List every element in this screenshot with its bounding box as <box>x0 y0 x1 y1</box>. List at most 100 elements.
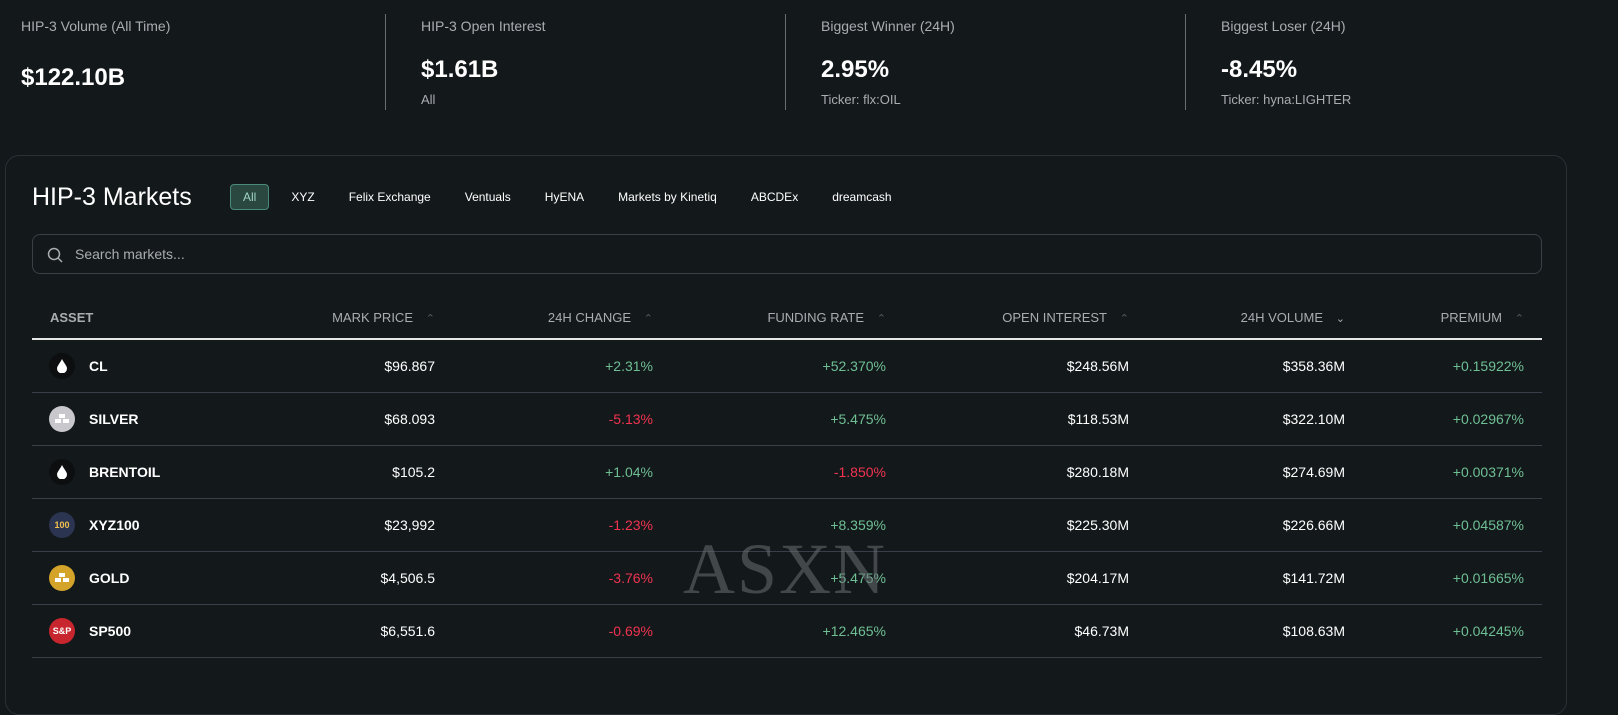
funding-rate: +12.465% <box>822 623 886 639</box>
col-24h-volume[interactable]: 24H VOLUME ⌄ <box>1129 310 1345 325</box>
stat-biggest-loser: Biggest Loser (24H) -8.45% Ticker: hyna:… <box>1221 0 1601 120</box>
funding-rate: -1.850% <box>833 464 886 480</box>
open-interest: $204.17M <box>1066 570 1129 586</box>
markets-table: ASSET MARK PRICE ⌃ 24H CHANGE ⌃ FUNDING RA… <box>32 296 1542 658</box>
stat-sub: Ticker: hyna:LIGHTER <box>1221 92 1352 107</box>
mark-price: $96.867 <box>384 358 435 374</box>
search-icon <box>47 247 63 268</box>
stat-volume: HIP-3 Volume (All Time) $122.10B <box>21 0 401 120</box>
24h-volume: $322.10M <box>1282 411 1345 427</box>
table-header: ASSET MARK PRICE ⌃ 24H CHANGE ⌃ FUNDING RA… <box>32 296 1542 340</box>
table-row[interactable]: CL $96.867 +2.31% +52.370% $248.56M $358… <box>32 340 1542 393</box>
table-row[interactable]: GOLD $4,506.5 -3.76% +5.475% $204.17M $1… <box>32 552 1542 605</box>
premium: +0.00371% <box>1452 464 1524 480</box>
asset-cell: GOLD <box>32 565 232 591</box>
xyz100-icon: 100 <box>49 512 75 538</box>
search-input[interactable] <box>75 235 1475 273</box>
24h-change: +1.04% <box>605 464 653 480</box>
sort-up-icon: ⌃ <box>876 312 886 325</box>
24h-change: -5.13% <box>608 411 653 427</box>
stat-value: -8.45% <box>1221 56 1298 83</box>
stat-label: HIP-3 Open Interest <box>421 18 546 34</box>
col-label: MARK PRICE <box>332 309 413 325</box>
24h-change: -3.76% <box>608 570 653 586</box>
oil-drop-icon <box>49 459 75 485</box>
funding-rate: +5.475% <box>830 411 886 427</box>
asset-name: SILVER <box>89 411 139 427</box>
asset-name: CL <box>89 358 108 374</box>
table-row[interactable]: SILVER $68.093 -5.13% +5.475% $118.53M $… <box>32 393 1542 446</box>
tab-all[interactable]: All <box>230 184 270 210</box>
24h-change: -0.69% <box>608 623 653 639</box>
asset-name: BRENTOIL <box>89 464 161 480</box>
table-row[interactable]: 100 XYZ100 $23,992 -1.23% +8.359% $225.30… <box>32 499 1542 552</box>
stat-biggest-winner: Biggest Winner (24H) 2.95% Ticker: flx:O… <box>821 0 1201 120</box>
tab-markets-by-kinetiq[interactable]: Markets by Kinetiq <box>618 184 717 210</box>
sort-down-icon: ⌄ <box>1335 312 1345 325</box>
mark-price: $68.093 <box>384 411 435 427</box>
sort-up-icon: ⌃ <box>1119 312 1129 325</box>
premium: +0.02967% <box>1452 411 1524 427</box>
premium: +0.04587% <box>1452 517 1524 533</box>
open-interest: $225.30M <box>1066 517 1129 533</box>
stat-value: 2.95% <box>821 56 890 83</box>
table-row[interactable]: BRENTOIL $105.2 +1.04% -1.850% $280.18M … <box>32 446 1542 499</box>
tab-xyz[interactable]: XYZ <box>291 184 314 210</box>
asset-name: XYZ100 <box>89 517 140 533</box>
table-row[interactable]: S&P SP500 $6,551.6 -0.69% +12.465% $46.73… <box>32 605 1542 658</box>
open-interest: $118.53M <box>1067 411 1129 427</box>
col-24h-change[interactable]: 24H CHANGE ⌃ <box>435 310 653 325</box>
col-label: 24H CHANGE <box>547 309 631 325</box>
gold-bars-icon <box>49 565 75 591</box>
asset-cell: 100 XYZ100 <box>32 512 232 538</box>
open-interest: $280.18M <box>1066 464 1129 480</box>
24h-volume: $108.63M <box>1282 623 1345 639</box>
col-funding-rate[interactable]: FUNDING RATE ⌃ <box>653 310 886 325</box>
mark-price: $4,506.5 <box>380 570 436 586</box>
24h-volume: $358.36M <box>1282 358 1345 374</box>
funding-rate: +52.370% <box>822 358 886 374</box>
search-box[interactable] <box>32 234 1542 274</box>
funding-rate: +8.359% <box>830 517 886 533</box>
sort-up-icon: ⌃ <box>1514 312 1524 325</box>
premium: +0.15922% <box>1452 358 1524 374</box>
divider <box>385 14 386 110</box>
tab-dreamcash[interactable]: dreamcash <box>832 184 891 210</box>
asset-cell: BRENTOIL <box>32 459 232 485</box>
divider <box>1185 14 1186 110</box>
sort-up-icon: ⌃ <box>425 312 435 325</box>
col-open-interest[interactable]: OPEN INTEREST ⌃ <box>886 310 1129 325</box>
col-label: 24H VOLUME <box>1240 309 1323 325</box>
exchange-tabs: All XYZ Felix Exchange Ventuals HyENA Ma… <box>230 184 926 210</box>
markets-card: HIP-3 Markets All XYZ Felix Exchange Ven… <box>5 155 1567 715</box>
col-premium[interactable]: PREMIUM ⌃ <box>1345 310 1524 325</box>
asset-cell: S&P SP500 <box>32 618 232 644</box>
stat-label: HIP-3 Volume (All Time) <box>21 18 171 34</box>
open-interest: $46.73M <box>1074 623 1129 639</box>
tab-abcdex[interactable]: ABCDEx <box>751 184 798 210</box>
stat-label: Biggest Winner (24H) <box>821 18 955 34</box>
tab-hyena[interactable]: HyENA <box>545 184 584 210</box>
asset-cell: CL <box>32 353 232 379</box>
24h-change: -1.23% <box>608 517 653 533</box>
col-asset[interactable]: ASSET <box>32 310 232 325</box>
stat-open-interest: HIP-3 Open Interest $1.61B All <box>421 0 801 120</box>
tab-ventuals[interactable]: Ventuals <box>465 184 511 210</box>
tab-felix-exchange[interactable]: Felix Exchange <box>349 184 431 210</box>
mark-price: $23,992 <box>384 517 435 533</box>
stat-sub: Ticker: flx:OIL <box>821 92 901 107</box>
col-mark-price[interactable]: MARK PRICE ⌃ <box>232 310 435 325</box>
divider <box>785 14 786 110</box>
oil-drop-icon <box>49 353 75 379</box>
24h-volume: $141.72M <box>1282 570 1345 586</box>
col-label: PREMIUM <box>1440 309 1502 325</box>
markets-title: HIP-3 Markets <box>32 183 192 211</box>
table-body: CL $96.867 +2.31% +52.370% $248.56M $358… <box>32 340 1542 658</box>
mark-price: $6,551.6 <box>380 623 436 639</box>
silver-bars-icon <box>49 406 75 432</box>
stats-bar: HIP-3 Volume (All Time) $122.10B HIP-3 O… <box>0 0 1618 150</box>
premium: +0.04245% <box>1452 623 1524 639</box>
sort-up-icon: ⌃ <box>643 312 653 325</box>
24h-change: +2.31% <box>605 358 653 374</box>
open-interest: $248.56M <box>1066 358 1129 374</box>
